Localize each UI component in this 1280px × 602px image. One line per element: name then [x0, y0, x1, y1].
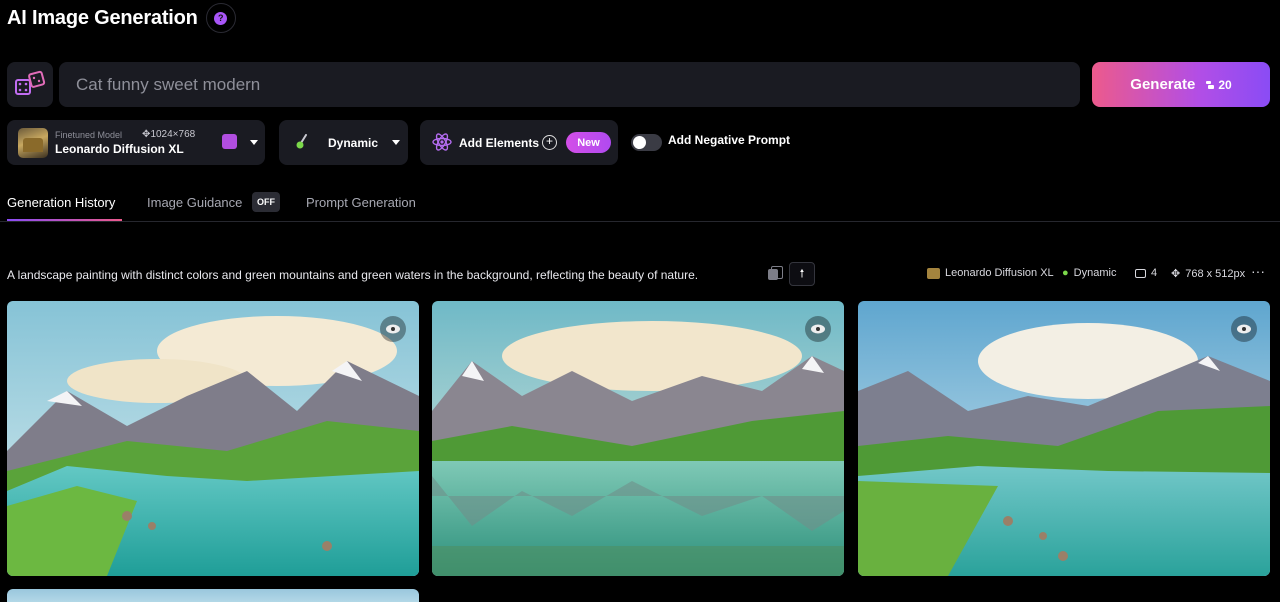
- chevron-down-icon[interactable]: [250, 140, 258, 145]
- model-info: Finetuned Model ✥1024×768 Leonardo Diffu…: [55, 129, 195, 156]
- chevron-down-icon[interactable]: [392, 140, 400, 145]
- style-selector[interactable]: Dynamic: [279, 120, 408, 165]
- model-thumbnail-small: [927, 267, 940, 279]
- random-prompt-button[interactable]: [7, 62, 53, 107]
- image-guidance-status-badge: OFF: [252, 192, 280, 212]
- generated-image-2[interactable]: [432, 301, 844, 576]
- model-thumbnail: [18, 127, 48, 158]
- eye-icon[interactable]: [805, 316, 831, 342]
- tab-prompt-generation[interactable]: Prompt Generation: [306, 195, 416, 210]
- arrow-up-icon: 🠕: [799, 267, 805, 280]
- landscape-image: [858, 301, 1270, 576]
- eye-icon[interactable]: [1231, 316, 1257, 342]
- generation-count: 4: [1135, 267, 1157, 279]
- brush-icon: ●: [1062, 267, 1069, 279]
- page-title: AI Image Generation: [7, 6, 198, 29]
- eye-icon[interactable]: [380, 316, 406, 342]
- generation-model: Leonardo Diffusion XL: [927, 267, 1054, 279]
- generate-button[interactable]: Generate 20: [1092, 62, 1270, 107]
- generation-size-value: 768 x 512px: [1185, 267, 1246, 280]
- new-badge: New: [566, 132, 611, 153]
- brush-icon: [296, 134, 307, 149]
- model-selector[interactable]: Finetuned Model ✥1024×768 Leonardo Diffu…: [7, 120, 265, 165]
- model-name: Leonardo Diffusion XL: [55, 142, 184, 156]
- images-icon: [1135, 268, 1146, 278]
- plus-circle-icon: +: [542, 135, 557, 150]
- model-kicker: Finetuned Model: [55, 129, 123, 140]
- negative-prompt-toggle[interactable]: [631, 134, 662, 151]
- landscape-image: [7, 301, 419, 576]
- generation-style-label: Dynamic: [1073, 267, 1117, 279]
- token-cost: 20: [1205, 77, 1232, 92]
- generation-prompt: A landscape painting with distinct color…: [7, 268, 699, 282]
- tab-image-guidance[interactable]: Image Guidance: [147, 195, 242, 210]
- style-label: Dynamic: [328, 135, 379, 150]
- token-cost-value: 20: [1218, 77, 1232, 92]
- reuse-prompt-button[interactable]: 🠕: [789, 262, 815, 286]
- generation-count-value: 4: [1151, 267, 1158, 279]
- coin-icon: [1206, 80, 1215, 89]
- add-elements-label: Add Elements: [459, 135, 540, 150]
- model-resolution: ✥1024×768: [142, 129, 195, 140]
- more-icon[interactable]: ···: [1251, 263, 1265, 279]
- help-button[interactable]: ?: [205, 3, 236, 33]
- prompt-input[interactable]: Cat funny sweet modern: [59, 62, 1080, 107]
- dice-icon: [15, 70, 46, 95]
- title-row: AI Image Generation ?: [7, 3, 236, 33]
- generation-size: ✥ 768 x 512px: [1171, 267, 1246, 281]
- model-resolution-value: 1024×768: [150, 129, 196, 140]
- active-tab-indicator: [7, 219, 122, 221]
- generated-image-3[interactable]: [858, 301, 1270, 576]
- generation-style: ● Dynamic: [1062, 267, 1116, 279]
- atom-icon: [432, 133, 452, 151]
- generate-label: Generate: [1130, 76, 1196, 93]
- add-elements-button[interactable]: Add Elements + New: [420, 120, 618, 165]
- generated-image-1[interactable]: [7, 301, 419, 576]
- preset-icon[interactable]: [222, 134, 237, 149]
- help-icon: ?: [214, 11, 228, 25]
- resize-icon: ✥: [1171, 268, 1181, 280]
- tab-generation-history[interactable]: Generation History: [7, 195, 115, 210]
- copy-icon[interactable]: [767, 266, 783, 282]
- landscape-image: [432, 301, 844, 576]
- generated-image-4[interactable]: [7, 589, 419, 602]
- generation-model-name: Leonardo Diffusion XL: [945, 267, 1054, 279]
- prompt-input-text: Cat funny sweet modern: [76, 74, 261, 94]
- negative-prompt-label: Add Negative Prompt: [668, 133, 791, 147]
- tab-bar: Generation History Image Guidance OFF Pr…: [0, 190, 1280, 222]
